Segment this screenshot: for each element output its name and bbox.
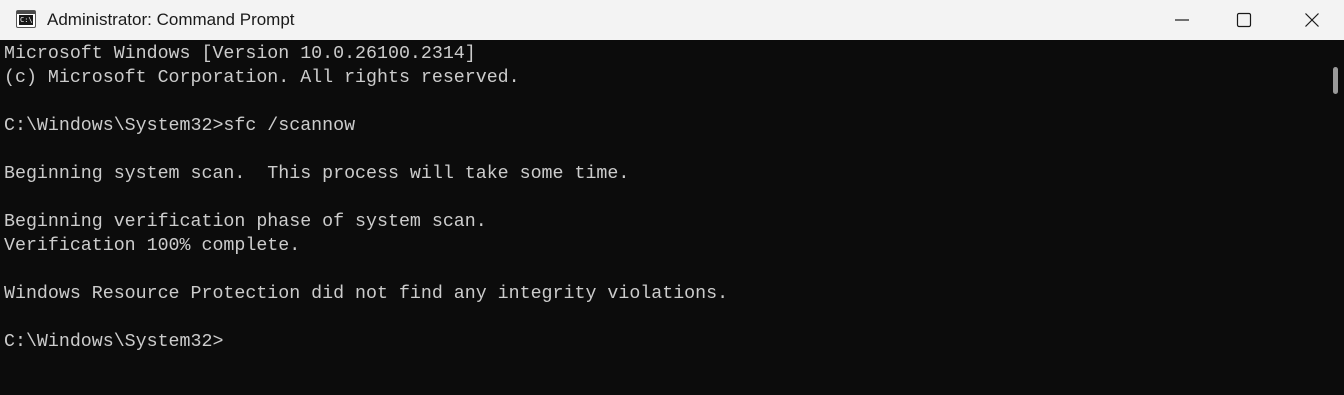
close-icon <box>1305 13 1319 27</box>
minimize-icon <box>1175 19 1189 21</box>
vertical-scrollbar[interactable] <box>1326 40 1344 395</box>
icon-screen: C:\ <box>19 15 33 25</box>
console-line: C:\Windows\System32>sfc /scannow <box>4 116 356 136</box>
console-line: Beginning verification phase of system s… <box>4 212 487 232</box>
maximize-icon <box>1236 12 1252 28</box>
console-line: Beginning system scan. This process will… <box>4 164 630 184</box>
command-prompt-icon[interactable]: C:\ <box>16 10 36 28</box>
close-button[interactable] <box>1280 0 1344 40</box>
command-prompt-window: C:\ Administrator: Command Prompt Micros… <box>0 0 1344 395</box>
console-line: Microsoft Windows [Version 10.0.26100.23… <box>4 44 476 64</box>
console-line: Windows Resource Protection did not find… <box>4 284 729 304</box>
icon-title-strip <box>17 11 35 14</box>
console-line: (c) Microsoft Corporation. All rights re… <box>4 68 520 88</box>
window-title: Administrator: Command Prompt <box>47 10 295 29</box>
title-bar[interactable]: C:\ Administrator: Command Prompt <box>0 0 1344 40</box>
minimize-button[interactable] <box>1150 0 1214 40</box>
console-output[interactable]: Microsoft Windows [Version 10.0.26100.23… <box>0 40 1326 395</box>
console-line: Verification 100% complete. <box>4 236 301 256</box>
scrollbar-thumb[interactable] <box>1333 67 1338 94</box>
maximize-button[interactable] <box>1212 0 1276 40</box>
console-prompt-line: C:\Windows\System32> <box>4 332 224 352</box>
